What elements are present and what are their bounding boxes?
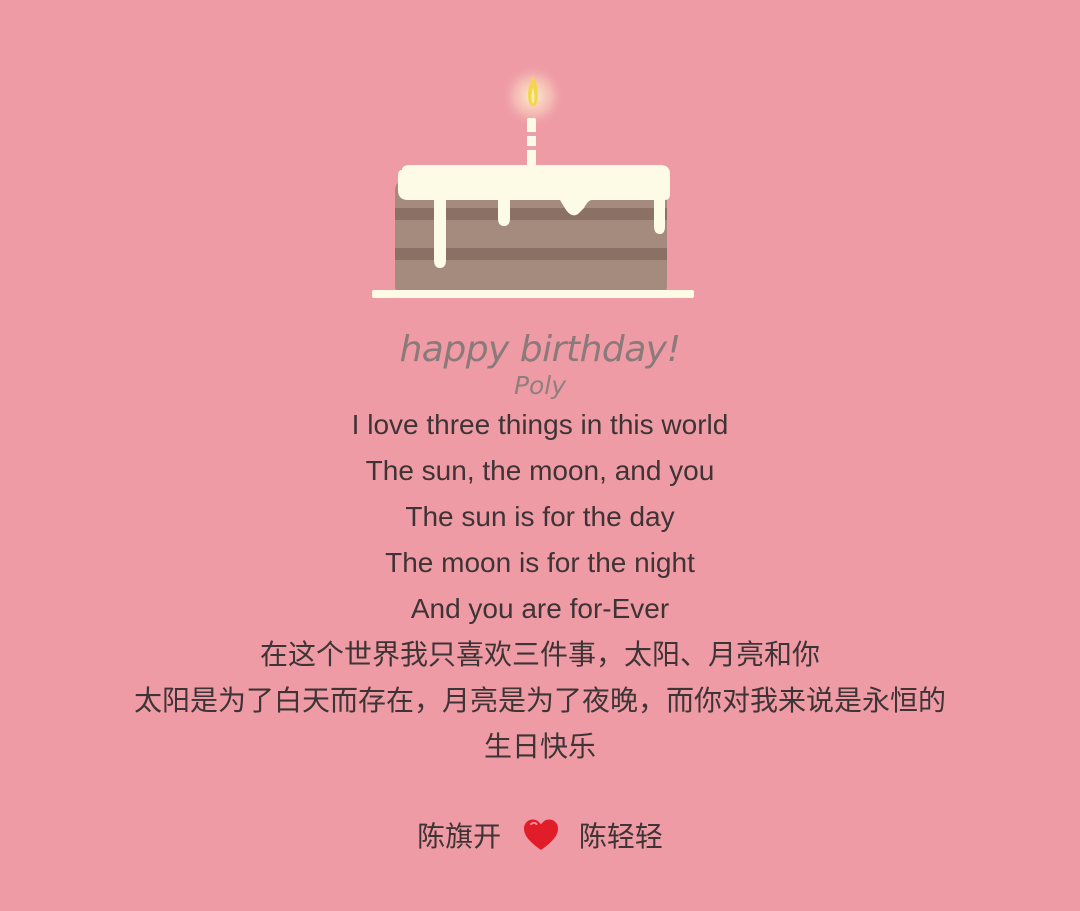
candle — [527, 118, 536, 170]
heart-icon — [522, 818, 560, 866]
poem-line: 在这个世界我只喜欢三件事，太阳、月亮和你 — [259, 639, 820, 670]
poem-line: The sun is for the day — [405, 501, 675, 532]
signature-left-name: 陈旗开 — [417, 820, 502, 853]
poem-line: I love three things in this world — [351, 409, 729, 440]
signature: 陈旗开 陈轻轻 — [0, 814, 1080, 860]
poem-line: 太阳是为了白天而存在，月亮是为了夜晚，而你对我来说是永恒的 — [133, 685, 946, 716]
poem-line: 生日快乐 — [483, 731, 596, 762]
recipient-name: Poly — [513, 371, 567, 400]
poem-line: The sun, the moon, and you — [365, 455, 715, 486]
greeting-title: happy birthday! — [399, 329, 681, 370]
cake-icon — [372, 64, 694, 298]
poem-line: The moon is for the night — [385, 547, 695, 578]
birthday-cake-illustration — [362, 58, 702, 308]
poem: I love three things in this world The su… — [0, 402, 1080, 770]
poem-line: And you are for-Ever — [410, 593, 670, 624]
signature-right-name: 陈轻轻 — [578, 820, 663, 853]
cake-plate — [372, 290, 694, 298]
